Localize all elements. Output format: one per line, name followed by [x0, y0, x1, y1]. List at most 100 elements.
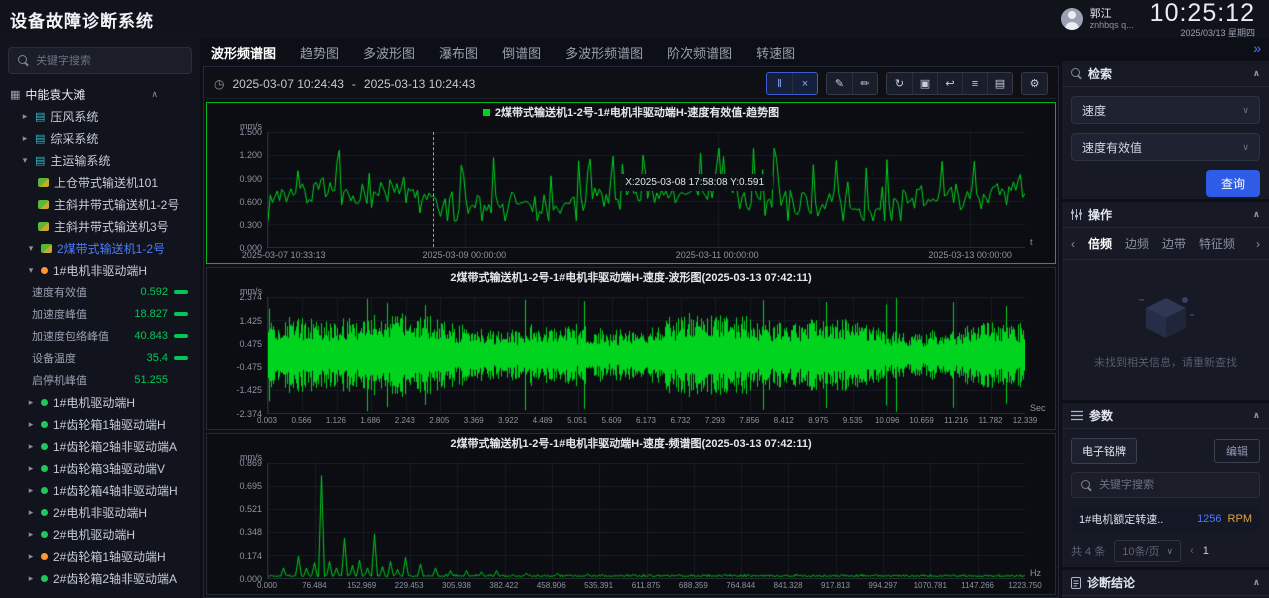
tree-sensor[interactable]: ▸2#电机驱动端H: [8, 523, 192, 545]
list-icon: [1071, 410, 1083, 421]
brush-button[interactable]: ✎: [827, 73, 852, 94]
main-tab[interactable]: 阶次频谱图: [667, 43, 732, 62]
param-row[interactable]: 1#电机额定转速.. 1256 RPM: [1071, 506, 1260, 532]
spectrum-chart[interactable]: 2煤带式输送机1-2号-1#电机非驱动端H-速度-频谱图(2025-03-13 …: [206, 433, 1056, 595]
main-area: 波形频谱图 趋势图 多波形图 瀑布图 倒谱图 多波形频谱图 阶次频谱图 转速图 2025-03…: [200, 38, 1062, 598]
ops-tab[interactable]: 特征频: [1199, 235, 1235, 252]
query-button[interactable]: 查询: [1206, 170, 1260, 197]
sidebar-search[interactable]: [8, 47, 192, 74]
x-axis: 0.0030.5661.1261.6862.2432.8053.3693.922…: [267, 414, 1025, 427]
tree-sensor[interactable]: ▸1#齿轮箱1轴驱动端H: [8, 413, 192, 435]
expand-icon[interactable]: ▸: [26, 419, 36, 430]
tree-machine[interactable]: 上仓带式输送机101: [8, 171, 192, 193]
diagnosis-section-header[interactable]: 诊断结论: [1062, 570, 1269, 596]
expand-icon[interactable]: ▸: [26, 397, 36, 408]
metric-row[interactable]: 速度有效值0.592: [8, 281, 192, 303]
waveform-plot[interactable]: [267, 297, 1025, 413]
date-end[interactable]: 2025-03-13 10:24:43: [364, 77, 475, 91]
expand-icon[interactable]: ▸: [26, 551, 36, 562]
metric-select[interactable]: 速度有效值: [1071, 133, 1260, 161]
main-tab[interactable]: 波形频谱图: [211, 43, 276, 62]
metric-row[interactable]: 设备温度35.4: [8, 347, 192, 369]
chevron-up-icon[interactable]: [1253, 209, 1260, 220]
trend-plot[interactable]: X:2025-03-08 17:58:08 Y:0.591: [267, 132, 1025, 248]
tree-sensor[interactable]: ▸1#齿轮箱2轴非驱动端A: [8, 435, 192, 457]
expand-icon[interactable]: ▸: [26, 485, 36, 496]
params-section-header[interactable]: 参数: [1062, 403, 1269, 429]
refresh-button[interactable]: ↻: [887, 73, 912, 94]
main-tab[interactable]: 多波形频谱图: [565, 43, 643, 62]
date-start[interactable]: 2025-03-07 10:24:43: [232, 77, 343, 91]
undo-button[interactable]: ↩: [937, 73, 962, 94]
params-search[interactable]: [1071, 472, 1260, 498]
waveform-chart[interactable]: 2煤带式输送机1-2号-1#电机非驱动端H-速度-波形图(2025-03-13 …: [206, 267, 1056, 429]
expand-icon[interactable]: ▾: [26, 265, 36, 276]
page-number[interactable]: 1: [1203, 545, 1209, 557]
metric-row[interactable]: 加速度峰值18.827: [8, 303, 192, 325]
collapse-icon[interactable]: [151, 89, 158, 100]
prev-page-button[interactable]: ‹: [1190, 545, 1194, 557]
metric-row[interactable]: 启停机峰值51.255: [8, 369, 192, 391]
ops-tab[interactable]: 倍频: [1088, 235, 1112, 252]
tree-root[interactable]: ▦中能袁大滩: [8, 83, 192, 105]
pencil-button[interactable]: ✏: [852, 73, 877, 94]
expand-icon[interactable]: ▾: [26, 243, 36, 254]
close-button[interactable]: ×: [792, 73, 817, 94]
trend-chart[interactable]: 2煤带式输送机1-2号-1#电机非驱动端H-速度有效值-趋势图 mm/s 1.5…: [206, 102, 1056, 264]
spectrum-plot[interactable]: [267, 463, 1025, 579]
scroll-left-icon[interactable]: ‹: [1071, 237, 1075, 251]
tree-sensor[interactable]: ▸1#电机驱动端H: [8, 391, 192, 413]
sidebar-search-input[interactable]: [36, 55, 182, 67]
measurement-type-select[interactable]: 速度: [1071, 96, 1260, 124]
ops-tab[interactable]: 边频: [1125, 235, 1149, 252]
chevron-up-icon[interactable]: [1253, 410, 1260, 421]
x-tick-label: 0.003: [257, 416, 277, 425]
ops-tab[interactable]: 边带: [1162, 235, 1186, 252]
expand-icon[interactable]: ▸: [26, 573, 36, 584]
tree-machine[interactable]: ▾2煤带式输送机1-2号: [8, 237, 192, 259]
main-tab[interactable]: 瀑布图: [439, 43, 478, 62]
tree-sensor[interactable]: ▾1#电机非驱动端H: [8, 259, 192, 281]
tree-sensor[interactable]: ▸2#齿轮箱1轴驱动端H: [8, 545, 192, 567]
tree-system[interactable]: ▾▤主运输系统: [8, 149, 192, 171]
expand-icon[interactable]: ▸: [26, 441, 36, 452]
page-size-value: 10条/页: [1122, 543, 1159, 559]
expand-icon[interactable]: ▸: [26, 529, 36, 540]
tree-sensor[interactable]: ▸2#齿轮箱2轴非驱动端A: [8, 567, 192, 589]
expand-icon[interactable]: ▸: [26, 463, 36, 474]
nameplate-button[interactable]: 电子铭牌: [1071, 438, 1137, 464]
save-button[interactable]: ▤: [987, 73, 1012, 94]
main-tab[interactable]: 转速图: [756, 43, 795, 62]
pause-button[interactable]: ‖: [767, 73, 792, 94]
tree-sensor[interactable]: ▸1#齿轮箱4轴非驱动端H: [8, 479, 192, 501]
capture-button[interactable]: ▣: [912, 73, 937, 94]
tree-machine[interactable]: 主斜井带式输送机3号: [8, 215, 192, 237]
user-info[interactable]: 郭江 znhbqs q...: [1061, 8, 1134, 31]
chevron-up-icon[interactable]: [1253, 68, 1260, 79]
tree-sensor[interactable]: ▸1#齿轮箱3轴驱动端V: [8, 457, 192, 479]
list-button[interactable]: ≡: [962, 73, 987, 94]
tree-machine[interactable]: 主斜井带式输送机1-2号: [8, 193, 192, 215]
params-search-input[interactable]: [1099, 479, 1250, 491]
page-size-select[interactable]: 10条/页: [1114, 540, 1181, 562]
expand-icon[interactable]: ▾: [20, 155, 30, 166]
metric-label: 设备温度: [32, 350, 141, 366]
chevron-up-icon[interactable]: [1253, 577, 1260, 588]
main-tab[interactable]: 趋势图: [300, 43, 339, 62]
expand-icon[interactable]: ▸: [20, 111, 30, 122]
date-range-picker[interactable]: 2025-03-07 10:24:43 - 2025-03-13 10:24:4…: [214, 77, 475, 91]
main-tab[interactable]: 多波形图: [363, 43, 415, 62]
tree-system[interactable]: ▸▤压风系统: [8, 105, 192, 127]
settings-button[interactable]: ⚙: [1022, 73, 1047, 94]
scroll-right-icon[interactable]: ›: [1256, 237, 1260, 251]
expand-icon[interactable]: ▸: [20, 133, 30, 144]
metric-row[interactable]: 加速度包络峰值40.843: [8, 325, 192, 347]
operations-section-header[interactable]: 操作: [1062, 202, 1269, 228]
collapse-panel-icon[interactable]: »: [1253, 40, 1261, 56]
search-section-header[interactable]: 检索: [1062, 61, 1269, 87]
expand-icon[interactable]: ▸: [26, 507, 36, 518]
tree-system[interactable]: ▸▤综采系统: [8, 127, 192, 149]
tree-sensor[interactable]: ▸2#电机非驱动端H: [8, 501, 192, 523]
edit-button[interactable]: 编辑: [1214, 439, 1260, 463]
main-tab[interactable]: 倒谱图: [502, 43, 541, 62]
